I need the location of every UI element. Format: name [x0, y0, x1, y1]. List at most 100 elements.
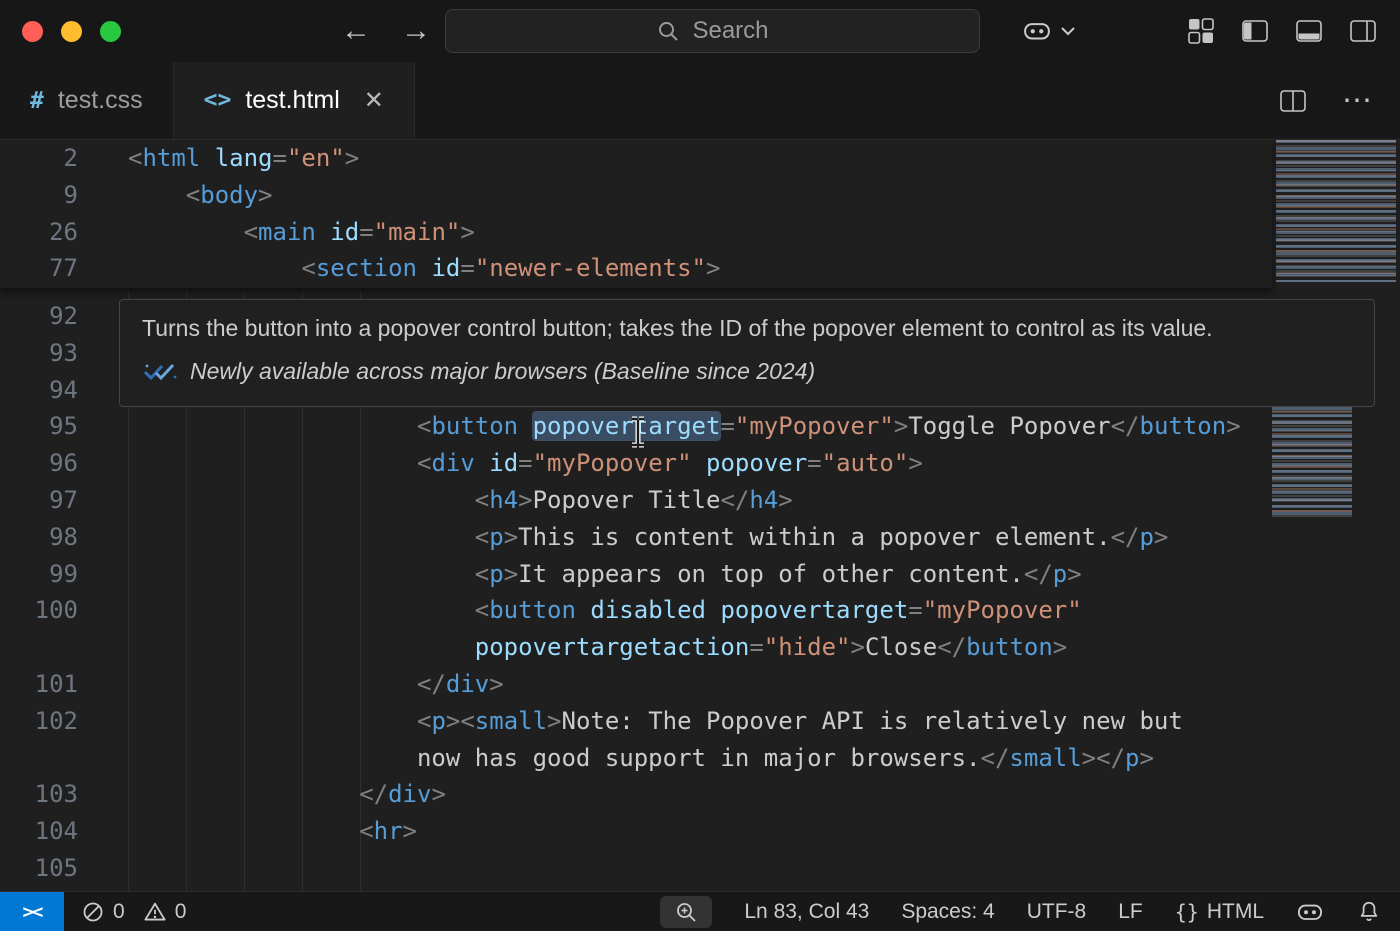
line-content: <body> — [128, 177, 273, 214]
line-number: 93 — [0, 335, 78, 372]
code-line[interactable]: 96 <div id="myPopover" popover="auto"> — [0, 445, 1272, 482]
line-number: 97 — [0, 482, 78, 519]
line-number: 96 — [0, 445, 78, 482]
warning-count: 0 — [175, 900, 187, 924]
eol-setting[interactable]: LF — [1118, 900, 1143, 924]
line-number: 77 — [0, 250, 78, 287]
hover-tooltip: Turns the button into a popover control … — [119, 299, 1375, 407]
minimize-window-button[interactable] — [61, 21, 82, 42]
search-placeholder: Search — [692, 17, 768, 45]
problems-indicator[interactable]: 0 0 — [82, 900, 196, 924]
tab-label: test.css — [58, 86, 143, 115]
line-content: <button popovertarget="myPopover">Toggle… — [128, 408, 1241, 445]
line-number: 104 — [0, 813, 78, 850]
back-button[interactable]: ← — [341, 14, 371, 48]
zoom-indicator[interactable] — [660, 896, 712, 928]
line-content: <html lang="en"> — [128, 140, 359, 177]
line-content: <button disabled popovertarget="myPopove… — [128, 592, 1082, 629]
minimap-code-block — [1276, 140, 1396, 282]
line-content: <p>It appears on top of other content.</… — [128, 556, 1082, 593]
line-content: <section id="newer-elements"> — [128, 250, 720, 287]
line-number — [0, 629, 78, 666]
code-line[interactable]: 100 <button disabled popovertarget="myPo… — [0, 592, 1272, 629]
line-number: 102 — [0, 703, 78, 740]
remote-indicator[interactable]: >< — [0, 892, 64, 931]
code-line[interactable]: 9 <body> — [0, 177, 1272, 214]
line-content: </div> — [128, 666, 504, 703]
tooltip-description: Turns the button into a popover control … — [142, 315, 1352, 342]
language-mode[interactable]: {} HTML — [1175, 900, 1264, 924]
code-line[interactable]: 2 <html lang="en"> — [0, 140, 1272, 177]
baseline-check-icon — [142, 361, 178, 383]
tab-test-html[interactable]: <> test.html ✕ — [174, 62, 415, 139]
vscode-window: ← → Search — [0, 0, 1400, 931]
notifications-bell-icon[interactable] — [1356, 899, 1382, 925]
title-bar: ← → Search — [0, 0, 1400, 62]
line-content: <hr> — [128, 813, 417, 850]
line-content: <div id="myPopover" popover="auto"> — [128, 445, 923, 482]
line-number: 9 — [0, 177, 78, 214]
status-bar: >< 0 0 Ln 83, Col 43 Spaces: 4 UTF-8 LF … — [0, 891, 1400, 931]
search-icon — [656, 19, 680, 43]
code-line[interactable]: now has good support in major browsers.<… — [0, 740, 1272, 777]
copilot-menu[interactable] — [1022, 16, 1076, 46]
sticky-scroll[interactable]: 2<html lang="en">9 <body>26 <main id="ma… — [0, 140, 1272, 288]
command-center-search[interactable]: Search — [445, 9, 980, 53]
indentation-setting[interactable]: Spaces: 4 — [901, 900, 994, 924]
line-content: <main id="main"> — [128, 214, 475, 251]
line-content: popovertargetaction="hide">Close</button… — [128, 629, 1067, 666]
code-line[interactable]: popovertargetaction="hide">Close</button… — [0, 629, 1272, 666]
code-line[interactable]: 77 <section id="newer-elements"> — [0, 250, 1272, 287]
warning-icon — [144, 901, 166, 923]
code-line[interactable]: 97 <h4>Popover Title</h4> — [0, 482, 1272, 519]
braces-icon: {} — [1175, 900, 1199, 924]
code-line[interactable]: 26 <main id="main"> — [0, 214, 1272, 251]
line-number: 105 — [0, 850, 78, 887]
line-content: </div> — [128, 776, 446, 813]
css-file-icon: # — [30, 88, 44, 114]
mouse-ibeam-cursor — [627, 416, 649, 448]
line-number: 2 — [0, 140, 78, 177]
line-number — [0, 740, 78, 777]
split-editor-icon[interactable] — [1278, 87, 1308, 115]
tooltip-baseline-note: Newly available across major browsers (B… — [190, 358, 815, 385]
toggle-primary-sidebar-icon[interactable] — [1240, 16, 1270, 46]
encoding-setting[interactable]: UTF-8 — [1027, 900, 1087, 924]
line-content: <h4>Popover Title</h4> — [128, 482, 793, 519]
close-tab-icon[interactable]: ✕ — [364, 86, 384, 115]
code-editor[interactable]: 92939495 <button popovertarget="myPopove… — [0, 140, 1400, 891]
line-number: 103 — [0, 776, 78, 813]
code-line[interactable]: 101 </div> — [0, 666, 1272, 703]
chevron-down-icon — [1060, 26, 1076, 36]
line-number: 95 — [0, 408, 78, 445]
maximize-window-button[interactable] — [100, 21, 121, 42]
line-number: 101 — [0, 666, 78, 703]
toggle-panel-icon[interactable] — [1294, 16, 1324, 46]
code-line[interactable]: 104 <hr> — [0, 813, 1272, 850]
line-number: 26 — [0, 214, 78, 251]
toggle-secondary-sidebar-icon[interactable] — [1348, 16, 1378, 46]
language-label: HTML — [1207, 900, 1264, 924]
copilot-status-icon[interactable] — [1296, 898, 1324, 926]
code-line[interactable]: 98 <p>This is content within a popover e… — [0, 519, 1272, 556]
line-number: 100 — [0, 592, 78, 629]
tab-test-css[interactable]: # test.css — [0, 62, 174, 139]
close-window-button[interactable] — [22, 21, 43, 42]
more-actions-icon[interactable]: ⋯ — [1342, 83, 1374, 118]
cursor-position[interactable]: Ln 83, Col 43 — [744, 900, 869, 924]
line-number: 99 — [0, 556, 78, 593]
code-line[interactable]: 99 <p>It appears on top of other content… — [0, 556, 1272, 593]
html-file-icon: <> — [204, 87, 232, 113]
tab-label: test.html — [245, 86, 339, 115]
copilot-icon — [1022, 16, 1052, 46]
code-line[interactable]: 102 <p><small>Note: The Popover API is r… — [0, 703, 1272, 740]
line-number: 94 — [0, 372, 78, 409]
code-line[interactable]: 103 </div> — [0, 776, 1272, 813]
error-count: 0 — [113, 900, 125, 924]
forward-button[interactable]: → — [401, 14, 431, 48]
editor-tab-bar: # test.css <> test.html ✕ ⋯ — [0, 62, 1400, 140]
line-content: now has good support in major browsers.<… — [128, 740, 1154, 777]
customize-layout-icon[interactable] — [1186, 16, 1216, 46]
code-line[interactable]: 105 — [0, 850, 1272, 887]
line-number: 92 — [0, 298, 78, 335]
